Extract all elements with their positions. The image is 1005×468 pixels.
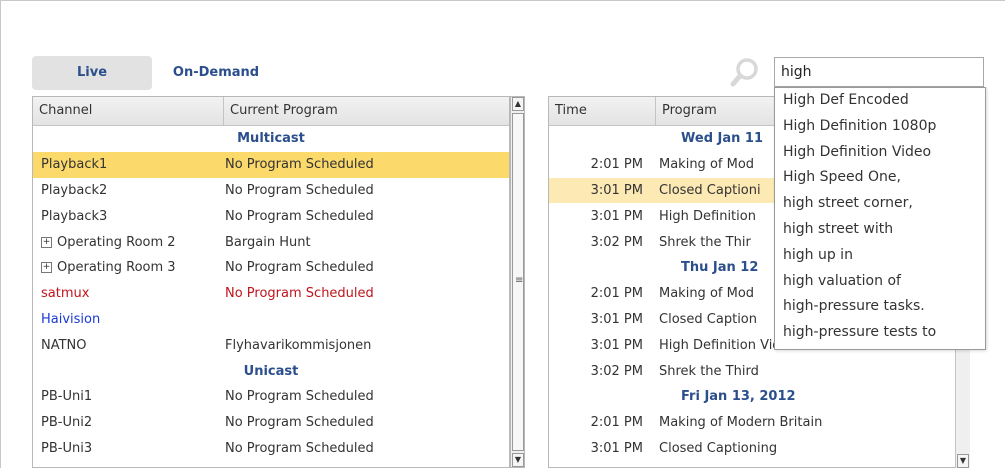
program-title: Making of Modern Britain: [659, 415, 823, 431]
suggestion-item[interactable]: high-pressure tasks.: [775, 294, 985, 320]
date-group-header: Fri Jan 13, 2012: [681, 389, 796, 405]
channels-scrollbar[interactable]: ▲ ≡ ▼: [510, 96, 525, 468]
arrow-down-icon[interactable]: ▼: [512, 453, 524, 467]
table-row[interactable]: 3:02 PM Shrek the Third: [549, 358, 967, 384]
program-time: 3:01 PM: [590, 311, 643, 327]
current-program: No Program Scheduled: [225, 415, 374, 431]
channel-label: PB-Uni2: [41, 415, 93, 431]
column-header-channel[interactable]: Channel: [33, 97, 223, 125]
table-row[interactable]: + Operating Room 2 Bargain Hunt: [33, 229, 509, 255]
table-row[interactable]: Playback2 No Program Scheduled: [33, 178, 509, 204]
search-icon[interactable]: [728, 56, 762, 90]
suggestion-item[interactable]: High Speed One,: [775, 165, 985, 191]
suggestion-item[interactable]: high up in: [775, 243, 985, 269]
tab-live[interactable]: Live: [32, 56, 152, 90]
search-input[interactable]: [774, 57, 984, 87]
channel-label: Operating Room 2: [57, 234, 176, 250]
channel-name: satmux: [33, 286, 223, 301]
program-title: Closed Caption: [659, 311, 757, 327]
current-program: Bargain Hunt: [225, 234, 311, 250]
grip-icon: ≡: [515, 275, 524, 286]
top-border: [0, 0, 1005, 1]
column-header-time[interactable]: Time: [549, 97, 655, 125]
channel-name: + Operating Room 3: [33, 260, 223, 275]
left-border: [0, 0, 1, 468]
channel-name: Playback3: [33, 209, 223, 224]
table-row[interactable]: PB-Uni3 No Program Scheduled: [33, 436, 509, 462]
program-time: 3:01 PM: [590, 337, 643, 353]
suggestion-item[interactable]: high-pressure tests to: [775, 320, 985, 346]
scrollbar-thumb[interactable]: ≡: [512, 113, 524, 451]
channel-name: PB-Uni3: [33, 441, 223, 456]
current-program: No Program Scheduled: [225, 260, 374, 276]
program-time: 3:01 PM: [590, 208, 643, 224]
table-row[interactable]: satmux No Program Scheduled: [33, 281, 509, 307]
program-time: 3:02 PM: [590, 234, 643, 250]
suggestion-item[interactable]: high street with: [775, 217, 985, 243]
channel-label: satmux: [41, 286, 90, 302]
suggestion-item[interactable]: High Definition 1080p: [775, 114, 985, 140]
channel-name: Playback2: [33, 183, 223, 198]
channels-table-header: Channel Current Program: [33, 97, 509, 126]
table-row[interactable]: 2:01 PM Making of Modern Britain: [549, 410, 967, 436]
channel-label: NATNO: [41, 337, 87, 353]
current-program: No Program Scheduled: [225, 157, 374, 173]
column-header-current-program[interactable]: Current Program: [223, 97, 509, 125]
program-time: 2:01 PM: [590, 157, 643, 173]
suggestion-item[interactable]: high street corner,: [775, 191, 985, 217]
program-time: 3:02 PM: [590, 363, 643, 379]
channel-name: PB-Uni1: [33, 389, 223, 404]
program-title: Shrek the Third: [659, 363, 759, 379]
suggestion-item[interactable]: High Definition Video: [775, 140, 985, 166]
table-row[interactable]: Playback3 No Program Scheduled: [33, 203, 509, 229]
current-program: No Program Scheduled: [225, 182, 374, 198]
current-program: No Program Scheduled: [225, 286, 374, 302]
suggestion-item[interactable]: High Def Encoded: [775, 88, 985, 114]
current-program: No Program Scheduled: [225, 208, 374, 224]
channel-name: Playback1: [33, 157, 223, 172]
table-row[interactable]: + Operating Room 3 No Program Scheduled: [33, 255, 509, 281]
current-program: No Program Scheduled: [225, 440, 374, 456]
suggestion-item[interactable]: high valuation of: [775, 269, 985, 295]
group-header: Multicast: [237, 131, 305, 147]
program-time: 2:01 PM: [590, 415, 643, 431]
table-row[interactable]: NATNO Flyhavarikommisjonen: [33, 332, 509, 358]
channel-label: Playback1: [41, 157, 108, 173]
channels-table-body: Multicast Playback1 No Program Scheduled Pl…: [33, 126, 509, 461]
expand-icon[interactable]: +: [41, 262, 52, 274]
program-time: 3:01 PM: [590, 440, 643, 456]
arrow-down-icon[interactable]: ▼: [957, 454, 969, 468]
group-header: Unicast: [243, 363, 299, 379]
program-title: Making of Mod: [659, 286, 755, 302]
program-title: Shrek the Thir: [659, 234, 751, 250]
table-row[interactable]: Haivision: [33, 307, 509, 333]
table-row[interactable]: 3:01 PM Closed Captioning: [549, 436, 967, 462]
program-time: 3:01 PM: [590, 182, 643, 198]
channel-label: Playback2: [41, 182, 108, 198]
current-program: Flyhavarikommisjonen: [225, 337, 372, 353]
channel-label: PB-Uni1: [41, 389, 93, 405]
channel-label: Haivision: [41, 311, 101, 327]
expand-icon[interactable]: +: [41, 236, 52, 248]
program-title: Closed Captioni: [659, 182, 761, 198]
table-row[interactable]: PB-Uni2 No Program Scheduled: [33, 410, 509, 436]
table-row[interactable]: Playback1 No Program Scheduled: [33, 151, 509, 178]
channel-name: PB-Uni2: [33, 415, 223, 430]
table-row[interactable]: PB-Uni1 No Program Scheduled: [33, 384, 509, 410]
channels-table: Channel Current Program Multicast Playbac…: [32, 96, 510, 468]
program-time: 2:01 PM: [590, 286, 643, 302]
channel-name: Haivision: [33, 312, 223, 327]
channel-label: Operating Room 3: [57, 260, 176, 276]
channel-name: NATNO: [33, 338, 223, 353]
search-suggestions-dropdown: High Def Encoded High Definition 1080p Hig…: [774, 87, 986, 350]
program-title: Closed Captioning: [659, 440, 778, 456]
current-program: No Program Scheduled: [225, 389, 374, 405]
program-title: High Definition: [659, 208, 756, 224]
program-title: Making of Mod: [659, 157, 755, 173]
arrow-up-icon[interactable]: ▲: [512, 97, 524, 111]
tab-on-demand[interactable]: On-Demand: [152, 56, 280, 90]
channel-label: Playback3: [41, 208, 108, 224]
channel-name: + Operating Room 2: [33, 235, 223, 250]
channel-label: PB-Uni3: [41, 440, 93, 456]
